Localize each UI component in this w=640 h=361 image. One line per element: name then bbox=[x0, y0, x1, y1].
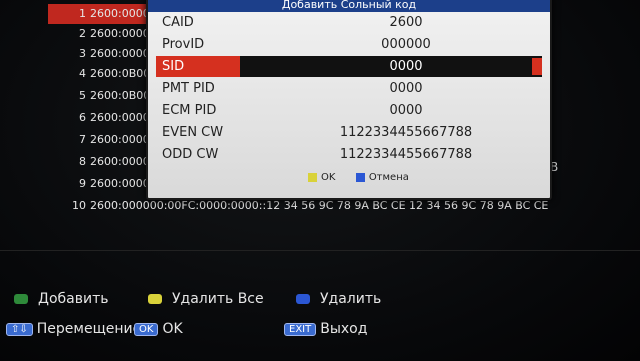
list-item[interactable]: 4 2600:0B003 bbox=[48, 64, 157, 84]
sid-field[interactable]: SID 0000 bbox=[156, 56, 542, 77]
exit-key-icon: EXIT bbox=[284, 322, 317, 336]
dialog-legend: OK Отмена bbox=[308, 172, 409, 183]
list-item[interactable]: 1 2600:000000 bbox=[48, 4, 164, 24]
ok-label[interactable]: OK bbox=[321, 172, 335, 183]
help-bar: Добавить Удалить Все Удалить ⇧⇩ Перемещен… bbox=[0, 250, 640, 361]
tv-screen: 1 2600:000000 2 2600:000000 3 2600:000000 4… bbox=[0, 0, 640, 360]
arrow-keys-icon: ⇧⇩ bbox=[6, 322, 33, 336]
caid-field[interactable]: CAID 2600 bbox=[156, 12, 542, 33]
dialog-title: Добавить Сольный код bbox=[148, 0, 550, 12]
blue-key-icon bbox=[355, 172, 365, 182]
ecm-pid-field[interactable]: ECM PID 0000 bbox=[156, 100, 542, 121]
add-softcam-dialog: Добавить Сольный код CAID 2600 ProvID 00… bbox=[146, 0, 552, 200]
delete-all-hint[interactable]: Удалить Все bbox=[148, 291, 264, 307]
exit-hint[interactable]: EXIT Выход bbox=[284, 321, 367, 337]
cancel-label[interactable]: Отмена bbox=[369, 172, 409, 183]
move-hint[interactable]: ⇧⇩ Перемещение bbox=[6, 321, 141, 337]
list-item[interactable]: 5 2600:0B003 bbox=[48, 86, 157, 106]
green-key-icon bbox=[14, 294, 28, 304]
yellow-key-icon bbox=[308, 172, 317, 182]
even-cw-field[interactable]: EVEN CW 1122334455667788 bbox=[156, 122, 542, 143]
ok-key-icon: OK bbox=[134, 322, 159, 336]
odd-cw-field[interactable]: ODD CW 1122334455667788 bbox=[156, 144, 542, 165]
delete-hint[interactable]: Удалить bbox=[296, 291, 381, 307]
blue-key-icon bbox=[296, 294, 310, 304]
yellow-key-icon bbox=[148, 294, 162, 304]
provid-field[interactable]: ProvID 000000 bbox=[156, 34, 542, 55]
selection-marker bbox=[532, 58, 542, 75]
add-hint[interactable]: Добавить bbox=[14, 291, 108, 307]
pmt-pid-field[interactable]: PMT PID 0000 bbox=[156, 78, 542, 99]
ok-hint[interactable]: OK OK bbox=[134, 321, 183, 337]
